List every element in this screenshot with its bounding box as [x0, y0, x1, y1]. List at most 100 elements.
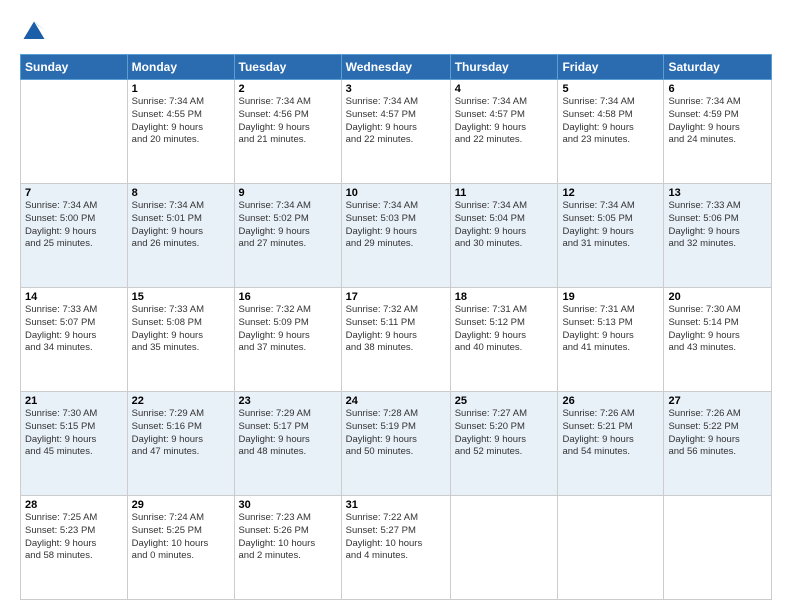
calendar-cell: 21Sunrise: 7:30 AM Sunset: 5:15 PM Dayli… — [21, 392, 128, 496]
day-info: Sunrise: 7:23 AM Sunset: 5:26 PM Dayligh… — [239, 512, 337, 563]
day-number: 6 — [668, 83, 767, 95]
calendar-cell: 16Sunrise: 7:32 AM Sunset: 5:09 PM Dayli… — [234, 288, 341, 392]
calendar-week-2: 7Sunrise: 7:34 AM Sunset: 5:00 PM Daylig… — [21, 184, 772, 288]
day-number: 30 — [239, 499, 337, 511]
header-day-sunday: Sunday — [21, 55, 128, 80]
calendar-cell: 12Sunrise: 7:34 AM Sunset: 5:05 PM Dayli… — [558, 184, 664, 288]
calendar-cell: 24Sunrise: 7:28 AM Sunset: 5:19 PM Dayli… — [341, 392, 450, 496]
day-info: Sunrise: 7:34 AM Sunset: 5:02 PM Dayligh… — [239, 200, 337, 251]
calendar-cell: 4Sunrise: 7:34 AM Sunset: 4:57 PM Daylig… — [450, 80, 558, 184]
header-day-saturday: Saturday — [664, 55, 772, 80]
calendar-cell — [450, 496, 558, 600]
day-info: Sunrise: 7:25 AM Sunset: 5:23 PM Dayligh… — [25, 512, 123, 563]
day-number: 16 — [239, 291, 337, 303]
calendar-cell: 26Sunrise: 7:26 AM Sunset: 5:21 PM Dayli… — [558, 392, 664, 496]
calendar-cell: 27Sunrise: 7:26 AM Sunset: 5:22 PM Dayli… — [664, 392, 772, 496]
calendar-cell: 6Sunrise: 7:34 AM Sunset: 4:59 PM Daylig… — [664, 80, 772, 184]
day-number: 14 — [25, 291, 123, 303]
calendar-cell — [21, 80, 128, 184]
calendar-week-1: 1Sunrise: 7:34 AM Sunset: 4:55 PM Daylig… — [21, 80, 772, 184]
day-number: 2 — [239, 83, 337, 95]
day-info: Sunrise: 7:31 AM Sunset: 5:12 PM Dayligh… — [455, 304, 554, 355]
header-day-thursday: Thursday — [450, 55, 558, 80]
calendar-week-4: 21Sunrise: 7:30 AM Sunset: 5:15 PM Dayli… — [21, 392, 772, 496]
logo — [20, 18, 52, 46]
logo-icon — [20, 18, 48, 46]
day-number: 28 — [25, 499, 123, 511]
calendar-cell: 20Sunrise: 7:30 AM Sunset: 5:14 PM Dayli… — [664, 288, 772, 392]
day-info: Sunrise: 7:34 AM Sunset: 5:00 PM Dayligh… — [25, 200, 123, 251]
day-info: Sunrise: 7:30 AM Sunset: 5:14 PM Dayligh… — [668, 304, 767, 355]
day-info: Sunrise: 7:34 AM Sunset: 4:55 PM Dayligh… — [132, 96, 230, 147]
calendar-cell: 22Sunrise: 7:29 AM Sunset: 5:16 PM Dayli… — [127, 392, 234, 496]
calendar-cell: 14Sunrise: 7:33 AM Sunset: 5:07 PM Dayli… — [21, 288, 128, 392]
day-number: 7 — [25, 187, 123, 199]
day-info: Sunrise: 7:28 AM Sunset: 5:19 PM Dayligh… — [346, 408, 446, 459]
calendar-cell: 11Sunrise: 7:34 AM Sunset: 5:04 PM Dayli… — [450, 184, 558, 288]
day-info: Sunrise: 7:34 AM Sunset: 4:57 PM Dayligh… — [346, 96, 446, 147]
calendar-cell: 29Sunrise: 7:24 AM Sunset: 5:25 PM Dayli… — [127, 496, 234, 600]
day-info: Sunrise: 7:32 AM Sunset: 5:09 PM Dayligh… — [239, 304, 337, 355]
day-info: Sunrise: 7:26 AM Sunset: 5:21 PM Dayligh… — [562, 408, 659, 459]
calendar-cell: 15Sunrise: 7:33 AM Sunset: 5:08 PM Dayli… — [127, 288, 234, 392]
day-info: Sunrise: 7:33 AM Sunset: 5:06 PM Dayligh… — [668, 200, 767, 251]
day-number: 26 — [562, 395, 659, 407]
calendar-cell: 9Sunrise: 7:34 AM Sunset: 5:02 PM Daylig… — [234, 184, 341, 288]
day-info: Sunrise: 7:34 AM Sunset: 4:57 PM Dayligh… — [455, 96, 554, 147]
day-info: Sunrise: 7:34 AM Sunset: 5:03 PM Dayligh… — [346, 200, 446, 251]
day-number: 12 — [562, 187, 659, 199]
calendar-cell: 28Sunrise: 7:25 AM Sunset: 5:23 PM Dayli… — [21, 496, 128, 600]
day-info: Sunrise: 7:34 AM Sunset: 5:05 PM Dayligh… — [562, 200, 659, 251]
calendar-cell: 19Sunrise: 7:31 AM Sunset: 5:13 PM Dayli… — [558, 288, 664, 392]
day-number: 23 — [239, 395, 337, 407]
day-number: 4 — [455, 83, 554, 95]
calendar-cell: 10Sunrise: 7:34 AM Sunset: 5:03 PM Dayli… — [341, 184, 450, 288]
calendar-cell: 8Sunrise: 7:34 AM Sunset: 5:01 PM Daylig… — [127, 184, 234, 288]
day-number: 24 — [346, 395, 446, 407]
day-info: Sunrise: 7:29 AM Sunset: 5:16 PM Dayligh… — [132, 408, 230, 459]
calendar-week-5: 28Sunrise: 7:25 AM Sunset: 5:23 PM Dayli… — [21, 496, 772, 600]
calendar-cell: 13Sunrise: 7:33 AM Sunset: 5:06 PM Dayli… — [664, 184, 772, 288]
day-number: 21 — [25, 395, 123, 407]
day-info: Sunrise: 7:22 AM Sunset: 5:27 PM Dayligh… — [346, 512, 446, 563]
calendar-cell: 5Sunrise: 7:34 AM Sunset: 4:58 PM Daylig… — [558, 80, 664, 184]
day-number: 17 — [346, 291, 446, 303]
day-number: 19 — [562, 291, 659, 303]
calendar-cell: 31Sunrise: 7:22 AM Sunset: 5:27 PM Dayli… — [341, 496, 450, 600]
calendar-cell: 18Sunrise: 7:31 AM Sunset: 5:12 PM Dayli… — [450, 288, 558, 392]
day-number: 11 — [455, 187, 554, 199]
day-number: 29 — [132, 499, 230, 511]
day-number: 31 — [346, 499, 446, 511]
day-info: Sunrise: 7:27 AM Sunset: 5:20 PM Dayligh… — [455, 408, 554, 459]
day-number: 18 — [455, 291, 554, 303]
calendar-cell: 23Sunrise: 7:29 AM Sunset: 5:17 PM Dayli… — [234, 392, 341, 496]
day-info: Sunrise: 7:34 AM Sunset: 4:56 PM Dayligh… — [239, 96, 337, 147]
calendar-cell: 25Sunrise: 7:27 AM Sunset: 5:20 PM Dayli… — [450, 392, 558, 496]
day-info: Sunrise: 7:33 AM Sunset: 5:08 PM Dayligh… — [132, 304, 230, 355]
day-info: Sunrise: 7:24 AM Sunset: 5:25 PM Dayligh… — [132, 512, 230, 563]
day-info: Sunrise: 7:34 AM Sunset: 4:58 PM Dayligh… — [562, 96, 659, 147]
day-info: Sunrise: 7:34 AM Sunset: 5:01 PM Dayligh… — [132, 200, 230, 251]
day-number: 8 — [132, 187, 230, 199]
day-info: Sunrise: 7:30 AM Sunset: 5:15 PM Dayligh… — [25, 408, 123, 459]
header — [20, 18, 772, 46]
header-day-tuesday: Tuesday — [234, 55, 341, 80]
day-info: Sunrise: 7:26 AM Sunset: 5:22 PM Dayligh… — [668, 408, 767, 459]
calendar-cell: 17Sunrise: 7:32 AM Sunset: 5:11 PM Dayli… — [341, 288, 450, 392]
calendar-body: 1Sunrise: 7:34 AM Sunset: 4:55 PM Daylig… — [21, 80, 772, 600]
day-info: Sunrise: 7:32 AM Sunset: 5:11 PM Dayligh… — [346, 304, 446, 355]
day-number: 9 — [239, 187, 337, 199]
calendar-cell: 1Sunrise: 7:34 AM Sunset: 4:55 PM Daylig… — [127, 80, 234, 184]
calendar-cell: 7Sunrise: 7:34 AM Sunset: 5:00 PM Daylig… — [21, 184, 128, 288]
day-number: 20 — [668, 291, 767, 303]
day-number: 22 — [132, 395, 230, 407]
day-number: 27 — [668, 395, 767, 407]
calendar-header: SundayMondayTuesdayWednesdayThursdayFrid… — [21, 55, 772, 80]
header-row: SundayMondayTuesdayWednesdayThursdayFrid… — [21, 55, 772, 80]
day-number: 25 — [455, 395, 554, 407]
page: SundayMondayTuesdayWednesdayThursdayFrid… — [0, 0, 792, 612]
day-info: Sunrise: 7:29 AM Sunset: 5:17 PM Dayligh… — [239, 408, 337, 459]
header-day-wednesday: Wednesday — [341, 55, 450, 80]
day-number: 5 — [562, 83, 659, 95]
calendar-cell — [558, 496, 664, 600]
